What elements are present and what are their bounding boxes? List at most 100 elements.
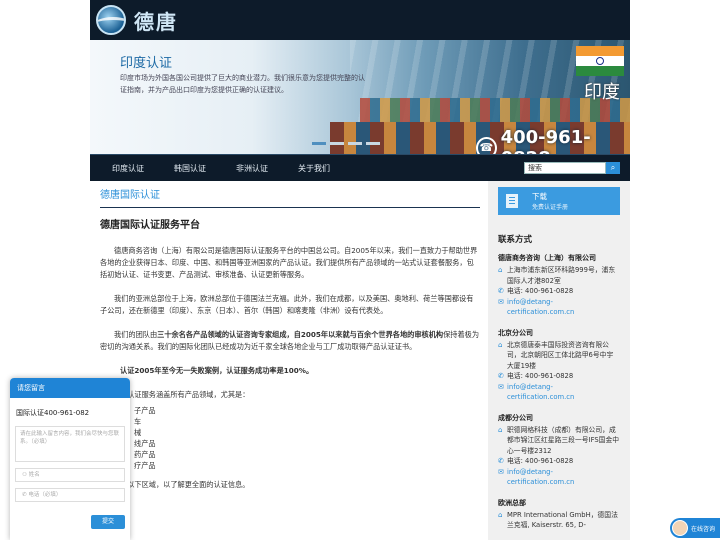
slider-dot[interactable] (366, 142, 380, 145)
office-name: 德唐商务咨询（上海）有限公司 (498, 254, 596, 262)
office-email-link[interactable]: info@detang-certification.com.cn (507, 297, 620, 318)
banner: 印度认证 印度市场为外国各国公司提供了巨大的商业潜力。我们很乐意为您提供完整的认… (90, 40, 630, 154)
office-phone: ✆ 电话: 400-961-0828 (498, 286, 620, 297)
search-icon[interactable]: ⌕ (606, 162, 620, 174)
banner-country-label: 印度 (584, 82, 620, 103)
office-address: ⌂ 职德网格科技（成都）有限公司，成都市锦江区红星路三段一号IFS国金中心一号楼2… (498, 425, 620, 457)
office-address: ⌂ 上海市浦东新区环科路999号，浦东国际人才港802室 (498, 265, 620, 286)
list-item: 药产品 (134, 450, 156, 459)
article-title: 德唐国际认证服务平台 (100, 220, 200, 231)
india-flag-icon (576, 46, 624, 76)
phone-icon: ✆ (498, 372, 504, 380)
slider-dot[interactable] (312, 142, 326, 145)
sidebar: 下载 免费认证手册 联系方式 德唐商务咨询（上海）有限公司 ⌂ 上海市浦东新区环科… (488, 181, 630, 540)
team-text-pre: 我们的团队由 (114, 330, 158, 339)
list-item: 疗产品 (134, 461, 156, 470)
banner-title: 印度认证 (120, 56, 173, 71)
content: 德唐国际认证 德唐国际认证服务平台 德唐商务咨询（上海）有限公司是德唐国际认证服… (100, 181, 480, 503)
banner-description: 印度市场为外国各国公司提供了巨大的商业潜力。我们很乐意为您提供完整的认证指南，并… (120, 74, 365, 94)
paragraph-success: 认证2005年至今无一失败案例，认证服务成功率是100%。 (100, 365, 480, 377)
chat-widget: 请您留言 国际认证400-961-082 请在此输入留言内容，我们会尽快与您联系… (10, 378, 130, 540)
office-block: 德唐商务咨询（上海）有限公司 ⌂ 上海市浦东新区环科路999号，浦东国际人才港80… (498, 253, 620, 318)
chat-submit-button[interactable]: 提交 (91, 515, 125, 529)
office-name: 北京分公司 (498, 328, 533, 337)
office-phone-text: 电话: 400-961-0828 (507, 372, 574, 380)
mail-icon: ✉ (498, 297, 504, 306)
office-email-link[interactable]: info@detang-certification.com.cn (507, 382, 620, 403)
phone-icon: ✆ (498, 287, 504, 295)
chat-name-input[interactable]: ⚇ 姓名 (15, 468, 125, 482)
banner-phone-number: 400-961-0828 (500, 127, 591, 154)
mail-icon: ✉ (498, 467, 504, 476)
online-consult-label: 在线咨询 (691, 525, 716, 533)
office-email: ✉ info@detang-certification.com.cn (498, 467, 620, 488)
mail-icon: ✉ (498, 382, 504, 391)
office-block: 欧洲总部 ⌂ MPR International GmbH，德国法兰克福, Kai… (498, 498, 620, 531)
slider-dots (312, 142, 380, 145)
office-phone-text: 电话: 400-961-0828 (507, 287, 574, 295)
home-icon: ⌂ (498, 266, 503, 274)
office-address-text: MPR International GmbH，德国法兰克福, Kaiserstr… (507, 510, 618, 530)
office-block: 成都分公司 ⌂ 职德网格科技（成都）有限公司，成都市锦江区红星路三段一号IFS国金… (498, 413, 620, 488)
list-item: 子产品 (134, 406, 156, 415)
home-icon: ⌂ (498, 510, 503, 519)
slider-dot[interactable] (330, 142, 344, 145)
office-block: 北京分公司 ⌂ 北京德唐泰丰国际投资咨询有限公司，北京朝阳区工体北路甲6号中宇大厦… (498, 328, 620, 403)
office-phone: ✆ 电话: 400-961-0828 (498, 456, 620, 467)
download-title: 下载 (532, 192, 547, 201)
office-phone-text: 电话: 400-961-0828 (507, 457, 574, 465)
download-subtitle: 免费认证手册 (532, 204, 569, 211)
chat-message-input[interactable]: 请在此输入留言内容，我们会尽快与您联系。（必填） (15, 426, 125, 462)
document-icon (506, 194, 518, 208)
avatar (672, 520, 688, 536)
chat-name-placeholder: 姓名 (28, 472, 40, 478)
logo-icon[interactable] (96, 5, 126, 35)
nav-item-africa[interactable]: 非洲认证 (236, 163, 268, 174)
office-address-text: 北京德唐泰丰国际投资咨询有限公司，北京朝阳区工体北路甲6号中宇大厦19楼 (507, 340, 614, 370)
contact-heading: 联系方式 (498, 235, 533, 245)
list-item: 械 (134, 428, 142, 437)
phone-icon: ✆ (22, 492, 27, 498)
main-nav: 印度认证 韩国认证 非洲认证 关于我们 ⌕ (90, 154, 630, 181)
nav-item-india[interactable]: 印度认证 (112, 163, 144, 174)
home-icon: ⌂ (498, 340, 503, 349)
chat-title[interactable]: 请您留言 (10, 378, 130, 398)
chat-phone-placeholder: 电话（必填） (28, 492, 62, 498)
office-email: ✉ info@detang-certification.com.cn (498, 297, 620, 318)
section-title: 德唐国际认证 (100, 181, 480, 208)
office-address: ⌂ MPR International GmbH，德国法兰克福, Kaiserst… (498, 510, 620, 531)
chat-phone: 国际认证400-961-082 (16, 409, 90, 417)
home-icon: ⌂ (498, 425, 503, 434)
success-text: 认证2005年至今无一失败案例，认证服务成功率是100%。 (120, 366, 314, 375)
office-phone: ✆ 电话: 400-961-0828 (498, 371, 620, 382)
phone-icon: ✆ (498, 457, 504, 465)
banner-phone: ☎ 400-961-0828 (476, 127, 630, 154)
paragraph-intro: 德唐商务咨询（上海）有限公司是德唐国际认证服务平台的中国总公司。自2005年以来… (100, 246, 478, 279)
nav-item-korea[interactable]: 韩国认证 (174, 163, 206, 174)
office-email: ✉ info@detang-certification.com.cn (498, 382, 620, 403)
user-icon: ⚇ (22, 472, 27, 478)
paragraph-team: 我们的团队由三十余名各产品领域的认证咨询专家组成，自2005年以来就与百余个世界… (100, 329, 480, 353)
team-text-bold: 三十余名各产品领域的认证咨询专家组成，自2005年以来就与百余个世界各地的审核机… (157, 330, 444, 339)
chat-phone-input[interactable]: ✆ 电话（必填） (15, 488, 125, 502)
nav-item-about[interactable]: 关于我们 (298, 163, 330, 174)
office-address-text: 上海市浦东新区环科路999号，浦东国际人才港802室 (507, 266, 616, 285)
download-button[interactable]: 下载 免费认证手册 (498, 187, 620, 215)
office-address: ⌂ 北京德唐泰丰国际投资咨询有限公司，北京朝阳区工体北路甲6号中宇大厦19楼 (498, 340, 620, 372)
search-input[interactable] (524, 162, 606, 174)
paragraph-more: 击以下区域，以了解更全面的认证信息。 (120, 480, 250, 489)
header: 德唐 (90, 0, 630, 40)
paragraph-fields: 的认证服务涵盖所有产品领域，尤其是： (120, 390, 250, 399)
office-name: 成都分公司 (498, 413, 533, 422)
list-item: 线产品 (134, 439, 156, 448)
slider-dot[interactable] (348, 142, 362, 145)
list-item: 车 (134, 417, 142, 426)
logo-text[interactable]: 德唐 (134, 6, 178, 35)
page: 德唐 印度认证 印度市场为外国各国公司提供了巨大的商业潜力。我们很乐意为您提供完… (90, 0, 630, 540)
phone-icon: ☎ (476, 137, 497, 154)
office-address-text: 职德网格科技（成都）有限公司，成都市锦江区红星路三段一号IFS国金中心一号楼23… (507, 425, 620, 455)
online-consult-button[interactable]: 在线咨询 (670, 518, 720, 538)
office-email-link[interactable]: info@detang-certification.com.cn (507, 467, 620, 488)
office-name: 欧洲总部 (498, 498, 526, 507)
paragraph-offices: 我们的亚洲总部位于上海，欧洲总部位于德国法兰克福。此外，我们在成都，以及美国、奥… (100, 294, 474, 315)
